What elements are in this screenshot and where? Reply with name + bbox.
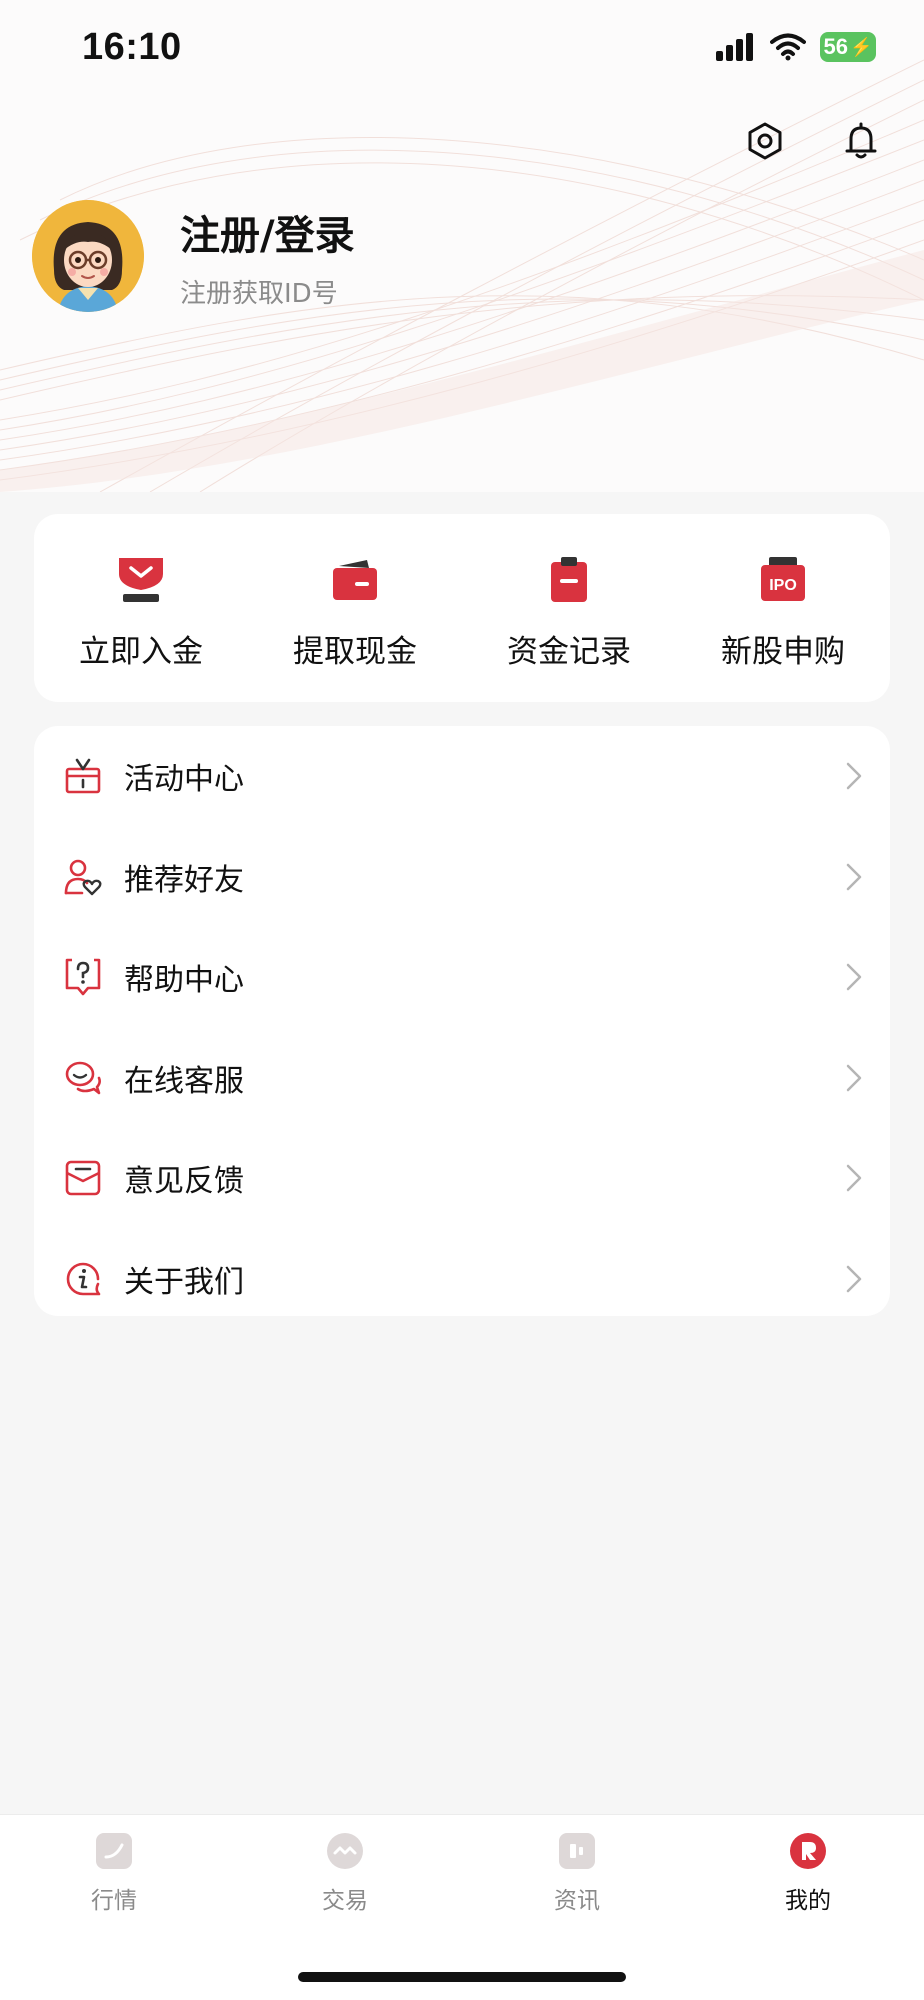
tab-label: 我的 [785, 1888, 831, 1914]
menu-item-label: 活动中心 [124, 762, 244, 798]
menu-item-feedback[interactable]: 意见反馈 [34, 1128, 890, 1229]
login-subtitle: 注册获取ID号 [180, 278, 338, 309]
bell-icon [845, 122, 877, 159]
menu-item-online-service[interactable]: 在线客服 [34, 1028, 890, 1129]
battery-level: 56 [823, 34, 849, 59]
top-actions [742, 118, 884, 164]
signal-icon [716, 33, 753, 61]
login-title[interactable]: 注册/登录 [180, 203, 355, 261]
user-heart-icon [64, 859, 102, 895]
chat-icon [65, 1061, 101, 1095]
deposit-icon [119, 558, 163, 602]
profile-section[interactable]: 注册/登录 注册获取ID号 [32, 200, 355, 312]
tab-trade[interactable]: 交易 [285, 1833, 405, 1915]
wifi-icon [770, 33, 806, 61]
market-icon [96, 1833, 132, 1869]
menu-list: 活动中心 推荐好友 帮助中心 在线客服 意见反馈 关于我们 [34, 726, 890, 1316]
menu-item-activity-center[interactable]: 活动中心 [34, 726, 890, 827]
wallet-icon [333, 560, 377, 600]
tab-label: 交易 [322, 1888, 368, 1914]
menu-item-label: 推荐好友 [124, 862, 244, 898]
status-bar: 16:10 56 ⚡ [0, 0, 924, 100]
chevron-right-icon [846, 1064, 862, 1091]
quick-action-label: 立即入金 [79, 634, 203, 670]
menu-item-label: 关于我们 [124, 1264, 244, 1300]
status-time: 16:10 [82, 26, 182, 68]
news-icon [559, 1833, 595, 1869]
ipo-icon: IPO [761, 557, 805, 601]
tab-news[interactable]: 资讯 [517, 1833, 637, 1915]
quick-action-ipo[interactable]: IPO 新股申购 [676, 514, 890, 702]
quick-action-withdraw[interactable]: 提取现金 [248, 514, 462, 702]
menu-item-refer-friends[interactable]: 推荐好友 [34, 827, 890, 928]
profile-text[interactable]: 注册/登录 注册获取ID号 [180, 203, 355, 310]
quick-action-label: 资金记录 [507, 634, 631, 670]
quick-action-deposit[interactable]: 立即入金 [34, 514, 248, 702]
menu-item-label: 在线客服 [124, 1063, 244, 1099]
menu-item-about-us[interactable]: 关于我们 [34, 1229, 890, 1330]
battery-indicator: 56 ⚡ [820, 32, 876, 62]
chevron-right-icon [846, 1165, 862, 1192]
chevron-right-icon [846, 863, 862, 890]
feedback-icon [65, 1160, 101, 1196]
trade-icon [327, 1833, 363, 1869]
ipo-badge-text: IPO [769, 577, 797, 594]
tab-label: 行情 [91, 1888, 137, 1914]
tab-profile[interactable]: 我的 [748, 1833, 868, 1915]
tab-market[interactable]: 行情 [54, 1833, 174, 1915]
menu-item-label: 帮助中心 [124, 963, 244, 999]
gift-icon [65, 758, 101, 794]
chevron-right-icon [846, 763, 862, 790]
avatar[interactable] [32, 200, 144, 312]
status-icons: 56 ⚡ [716, 32, 876, 62]
quick-action-label: 提取现金 [293, 634, 417, 670]
home-indicator [298, 1972, 626, 1982]
settings-button[interactable] [742, 118, 788, 164]
quick-actions-card: 立即入金 提取现金 资金记录 IPO 新股申购 [34, 514, 890, 702]
help-icon [65, 958, 101, 996]
info-icon [66, 1262, 101, 1296]
tab-label: 资讯 [554, 1888, 600, 1914]
menu-item-label: 意见反馈 [124, 1164, 244, 1200]
chevron-right-icon [846, 964, 862, 991]
profile-icon [790, 1833, 826, 1869]
clipboard-icon [551, 557, 587, 602]
settings-icon [748, 122, 782, 160]
quick-action-records[interactable]: 资金记录 [462, 514, 676, 702]
notifications-button[interactable] [838, 118, 884, 164]
quick-action-label: 新股申购 [721, 634, 845, 670]
menu-item-help-center[interactable]: 帮助中心 [34, 927, 890, 1028]
avatar-illustration-icon [32, 200, 144, 312]
chevron-right-icon [846, 1265, 862, 1292]
